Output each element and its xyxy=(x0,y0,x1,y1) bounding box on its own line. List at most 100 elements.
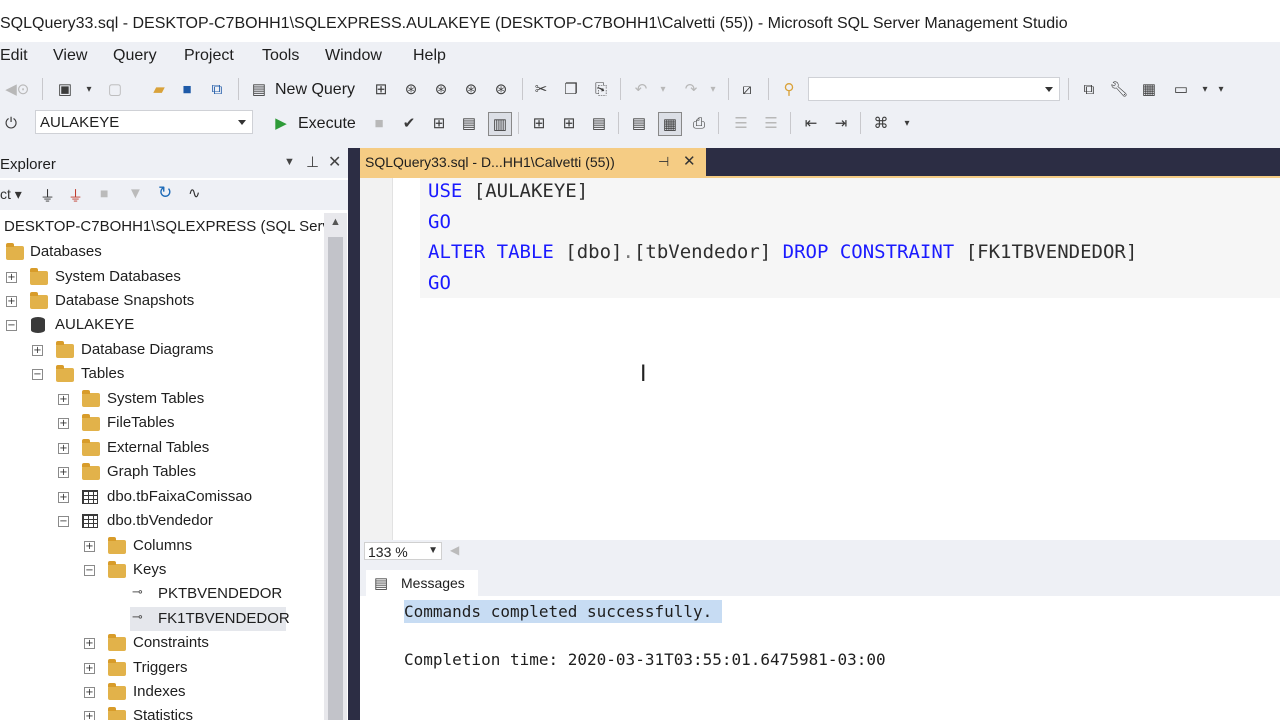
tree-node-database-snapshots[interactable]: + Database Snapshots xyxy=(0,289,324,313)
close-icon[interactable]: ✕ xyxy=(328,152,341,172)
save-icon[interactable]: ■ xyxy=(176,78,198,100)
xmla-query-icon[interactable]: ⊛ xyxy=(460,78,482,100)
menu-help[interactable]: Help xyxy=(413,47,446,65)
new-query-button[interactable]: New Query xyxy=(275,81,355,99)
tree-node-tbfaixacomissao[interactable]: + dbo.tbFaixaComissao xyxy=(0,485,324,509)
include-actual-plan-icon[interactable]: ⊞ xyxy=(528,112,550,134)
scrollbar-thumb[interactable] xyxy=(328,237,343,720)
tree-node-system-databases[interactable]: + System Databases xyxy=(0,265,324,289)
collapse-icon[interactable]: − xyxy=(58,516,69,527)
properties-wrench-icon[interactable]: 🔧︎ xyxy=(1108,78,1130,100)
tree-node-database-diagrams[interactable]: + Database Diagrams xyxy=(0,338,324,362)
tree-node-fk1tbvendedor[interactable]: ⊸ FK1TBVENDEDOR xyxy=(130,607,290,631)
parse-checkmark-icon[interactable]: ✔ xyxy=(398,112,420,134)
open-folder-icon[interactable]: ▰ xyxy=(148,78,170,100)
tree-node-pktbvendedor[interactable]: ⊸ PKTBVENDEDOR xyxy=(0,582,324,606)
dropdown-arrow-icon[interactable]: ▾ xyxy=(652,78,674,100)
refresh-icon[interactable]: ↻ xyxy=(158,183,172,203)
execute-button[interactable]: Execute xyxy=(298,115,356,133)
new-query-icon[interactable]: ▤ xyxy=(248,78,270,100)
tree-node-tables[interactable]: − Tables xyxy=(0,362,324,386)
query-designer-icon[interactable]: ▤ xyxy=(458,112,480,134)
solution-explorer-icon[interactable]: ⧉ xyxy=(1078,78,1100,100)
increase-indent-icon[interactable]: ⇥ xyxy=(830,112,852,134)
expand-icon[interactable]: + xyxy=(84,687,95,698)
expand-icon[interactable]: + xyxy=(6,296,17,307)
tree-node-system-tables[interactable]: + System Tables xyxy=(0,387,324,411)
results-to-file-icon[interactable]: ⎙ xyxy=(688,112,710,134)
close-icon[interactable]: ✕ xyxy=(683,152,696,170)
code-line-3[interactable]: ALTER TABLE [dbo].[tbVendedor] DROP CONS… xyxy=(428,241,1137,263)
tree-node-constraints[interactable]: + Constraints xyxy=(0,631,324,655)
query-document-tab[interactable]: SQLQuery33.sql - D...HH1\Calvetti (55)) … xyxy=(360,148,706,176)
toolbar-options-icon[interactable]: ▾ xyxy=(896,112,918,134)
scroll-up-icon[interactable]: ▲ xyxy=(330,216,341,228)
forward-icon[interactable]: ⊙ xyxy=(12,78,34,100)
pin-icon[interactable]: ⊥ xyxy=(306,153,319,171)
find-in-files-icon[interactable]: ⚲ xyxy=(778,78,800,100)
collapse-icon[interactable]: − xyxy=(6,320,17,331)
play-icon[interactable]: ▶ xyxy=(270,112,292,134)
disconnect-icon[interactable]: ⏚ xyxy=(68,185,83,206)
command-window-icon[interactable]: ▭ xyxy=(1170,78,1192,100)
expand-icon[interactable]: + xyxy=(6,272,17,283)
messages-tab[interactable]: ▤ Messages xyxy=(366,570,478,596)
zoom-combo[interactable]: 133 % ▼ xyxy=(364,542,442,560)
pin-icon[interactable]: ⊣ xyxy=(658,154,669,170)
intellisense-icon[interactable]: ▥ xyxy=(488,112,512,136)
undo-icon[interactable]: ↶ xyxy=(630,78,652,100)
tree-node-indexes[interactable]: + Indexes xyxy=(0,680,324,704)
live-query-statistics-icon[interactable]: ⊞ xyxy=(558,112,580,134)
expand-icon[interactable]: + xyxy=(32,345,43,356)
server-node[interactable]: DESKTOP-C7BOHH1\SQLEXPRESS (SQL Serve xyxy=(0,215,338,239)
expand-icon[interactable]: + xyxy=(84,638,95,649)
menu-query[interactable]: Query xyxy=(113,47,157,65)
decrease-indent-icon[interactable]: ⇤ xyxy=(800,112,822,134)
expand-icon[interactable]: + xyxy=(84,541,95,552)
menu-edit[interactable]: Edit xyxy=(0,47,28,65)
tree-node-statistics[interactable]: + Statistics xyxy=(0,704,324,720)
menu-tools[interactable]: Tools xyxy=(262,47,299,65)
tree-node-aulakeye[interactable]: − AULAKEYE xyxy=(0,313,324,337)
database-engine-query-icon[interactable]: ⊞ xyxy=(370,78,392,100)
activity-monitor-icon[interactable]: ∿ xyxy=(188,184,201,202)
menu-project[interactable]: Project xyxy=(184,47,234,65)
tree-node-tbvendedor[interactable]: − dbo.tbVendedor xyxy=(0,509,324,533)
tree-node-triggers[interactable]: + Triggers xyxy=(0,656,324,680)
scroll-left-icon[interactable]: ◀ xyxy=(450,543,459,557)
activity-monitor-icon[interactable]: ⧄ xyxy=(736,78,758,100)
expand-icon[interactable]: + xyxy=(58,443,69,454)
pane-splitter[interactable] xyxy=(348,148,360,720)
dropdown-arrow-icon[interactable]: ▾ xyxy=(702,78,724,100)
collapse-icon[interactable]: − xyxy=(84,565,95,576)
tree-node-external-tables[interactable]: + External Tables xyxy=(0,436,324,460)
toolbox-icon[interactable]: ▦ xyxy=(1138,78,1160,100)
tree-node-databases[interactable]: Databases xyxy=(0,240,324,264)
client-statistics-icon[interactable]: ▤ xyxy=(588,112,610,134)
collapse-icon[interactable]: − xyxy=(32,369,43,380)
cut-icon[interactable]: ✂ xyxy=(530,78,552,100)
expand-icon[interactable]: + xyxy=(84,663,95,674)
dropdown-arrow-icon[interactable]: ▾ xyxy=(78,78,100,100)
tree-node-columns[interactable]: + Columns xyxy=(0,534,324,558)
results-to-text-icon[interactable]: ▤ xyxy=(628,112,650,134)
cancel-query-icon[interactable]: ■ xyxy=(368,112,390,134)
specify-template-values-icon[interactable]: ⌘ xyxy=(870,112,892,134)
code-line-2[interactable]: GO xyxy=(428,211,451,233)
new-project-icon[interactable]: ▣ xyxy=(54,78,76,100)
code-line-4[interactable]: GO xyxy=(428,272,451,294)
expand-icon[interactable]: + xyxy=(58,418,69,429)
stop-icon[interactable]: ■ xyxy=(100,185,108,201)
uncomment-icon[interactable]: ☰ xyxy=(760,112,782,134)
copy-icon[interactable]: ❐ xyxy=(560,78,582,100)
code-line-1[interactable]: USE [AULAKEYE] xyxy=(428,180,588,202)
mdx-query-icon[interactable]: ⊛ xyxy=(400,78,422,100)
toolbar-options-icon[interactable]: ▾ xyxy=(1210,78,1232,100)
connect-plug-icon[interactable]: ⏚ xyxy=(40,185,55,206)
comment-icon[interactable]: ☰ xyxy=(730,112,752,134)
connect-dropdown-icon[interactable]: ct ▾ xyxy=(0,186,22,203)
tree-node-graph-tables[interactable]: + Graph Tables xyxy=(0,460,324,484)
display-estimated-plan-icon[interactable]: ⊞ xyxy=(428,112,450,134)
available-databases-combo[interactable]: AULAKEYE xyxy=(35,110,253,134)
expand-icon[interactable]: + xyxy=(58,394,69,405)
